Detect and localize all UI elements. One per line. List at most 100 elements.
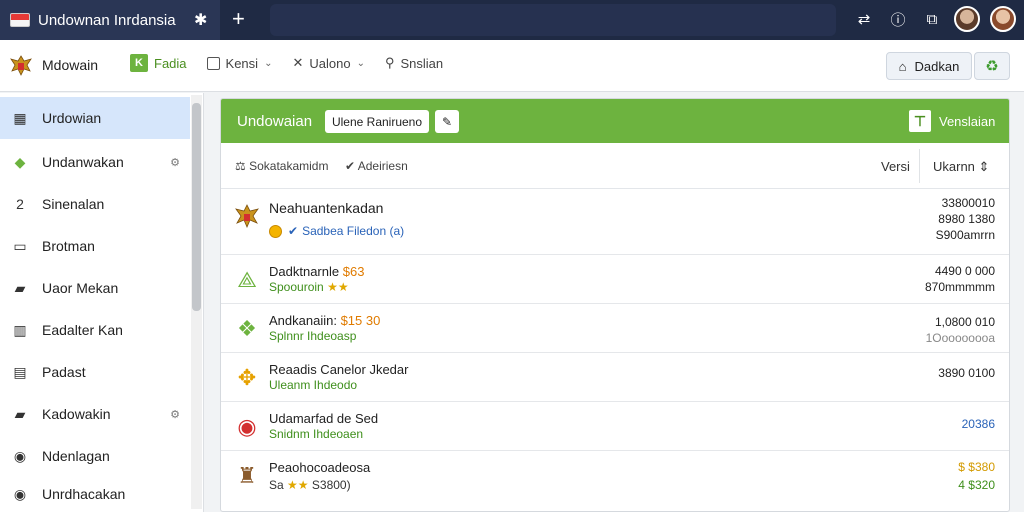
statue-icon: ♜ bbox=[237, 463, 257, 488]
square-icon bbox=[206, 56, 220, 70]
tools-icon: ✕ bbox=[292, 55, 304, 70]
row-sub: Sa ★★ S3800) bbox=[269, 478, 351, 492]
sidebar: ▦ Urdowian ◆ Undanwakan ⚙ 2 Sinenalan ▭ … bbox=[0, 93, 204, 512]
search-icon: ⚲ bbox=[384, 55, 395, 70]
chevron-down-icon: ⌄ bbox=[356, 57, 365, 69]
row-link[interactable]: Sadbea Filedon (a) bbox=[302, 224, 404, 238]
row-sub: Snidnm Ihdeoaen bbox=[269, 427, 364, 441]
recycle-icon: ♻ bbox=[985, 58, 999, 75]
user-avatar-secondary[interactable] bbox=[990, 6, 1016, 32]
flag-favicon-icon bbox=[10, 13, 30, 27]
row-size: 33800010 bbox=[941, 196, 995, 210]
sidebar-item-ndenlagan[interactable]: ◉ Ndenlagan bbox=[0, 435, 190, 477]
sync-icon[interactable]: ⇄ bbox=[852, 7, 876, 31]
table-row[interactable]: Neahuantenkadan ✔ Sadbea Filedon (a) 3380… bbox=[221, 190, 1009, 255]
edit-button[interactable]: ✎ bbox=[435, 110, 459, 133]
folder-icon: ▰ bbox=[14, 279, 26, 296]
sidebar-item-uaor-mekan[interactable]: ▰ Uaor Mekan bbox=[0, 267, 190, 309]
login-button[interactable]: ⌂ Dadkan bbox=[886, 52, 972, 80]
table-row[interactable]: ✥ Reaadis Canelor Jkedar Uleanm Ihdeodo … bbox=[221, 354, 1009, 402]
folder-icon: ▰ bbox=[14, 405, 26, 422]
check-icon: ✔ bbox=[288, 224, 299, 238]
circle-icon: ◉ bbox=[13, 485, 27, 502]
column-header-versi[interactable]: Versi bbox=[881, 159, 910, 174]
panel-title: Undowaian bbox=[237, 113, 313, 130]
row-size: 4490 0 000 bbox=[934, 264, 995, 278]
row-sub: ✔ Sadbea Filedon (a) bbox=[269, 224, 404, 239]
row-title: Neahuantenkadan bbox=[269, 200, 384, 216]
column-header-ukuran[interactable]: Ukarnn ⇕ bbox=[933, 159, 989, 175]
arrow-up-icon: ⟁ bbox=[237, 267, 257, 292]
select-all[interactable]: ✔ Adeiriesn bbox=[345, 159, 408, 173]
sparkle-icon: ✥ bbox=[237, 365, 257, 390]
user-avatar[interactable] bbox=[954, 6, 980, 32]
record-icon: ◉ bbox=[237, 414, 257, 439]
menu-item-ualono[interactable]: ✕ Ualono ⌄ bbox=[292, 55, 365, 71]
table-row[interactable]: ◉ Udamarfad de Sed Snidnm Ihdeoaen 20386 bbox=[221, 403, 1009, 451]
browser-tabstrip: Undownan Inrdansia ✱ + ⇄ ⓘ ⧉ bbox=[0, 0, 1024, 40]
tag-icon: ◆ bbox=[14, 153, 26, 170]
rating-stars: ★★ bbox=[287, 478, 309, 492]
sidebar-item-urdowian[interactable]: ▦ Urdowian bbox=[0, 97, 190, 139]
rating-stars: ★★ bbox=[327, 280, 349, 294]
table-row[interactable]: ⟁ Dadktnarnle $63 Spoouroin ★★ 4490 0 00… bbox=[221, 256, 1009, 304]
row-size: 3890 0100 bbox=[938, 366, 995, 380]
diamond-icon: ❖ bbox=[237, 316, 257, 341]
row-size: 8980 1380 bbox=[938, 212, 995, 226]
scrollbar-thumb[interactable] bbox=[192, 103, 201, 311]
table-row[interactable]: ♜ Peaohocoadeosa Sa ★★ S3800) $ $380 4 $… bbox=[221, 452, 1009, 510]
row-size: 1Ooooooooa bbox=[925, 331, 995, 345]
row-size: $ $380 bbox=[958, 460, 995, 474]
share-icon[interactable]: ⧉ bbox=[920, 7, 944, 31]
sort-filter[interactable]: ⚖ Sokatakamidm bbox=[235, 159, 328, 173]
header-action-button[interactable]: Ulene Ranirueno bbox=[325, 110, 429, 133]
building-icon: ▥ bbox=[13, 321, 27, 338]
sidebar-item-kadowakin[interactable]: ▰ Kadowakin ⚙ bbox=[0, 393, 190, 435]
menu-item-kensi[interactable]: Kensi ⌄ bbox=[206, 56, 272, 71]
row-title: Udamarfad de Sed bbox=[269, 411, 379, 426]
sidebar-item-unrdhacakan[interactable]: ◉ Unrdhacakan bbox=[0, 477, 190, 511]
row-title: Dadktnarnle $63 bbox=[269, 264, 365, 279]
window-icon: ▭ bbox=[13, 237, 27, 254]
pin-icon[interactable]: ✱ bbox=[194, 10, 207, 30]
circle-icon: ◉ bbox=[13, 447, 27, 464]
grid-icon: ▦ bbox=[13, 109, 27, 126]
sidebar-item-undanwakan[interactable]: ◆ Undanwakan ⚙ bbox=[0, 141, 190, 183]
coin-icon bbox=[269, 225, 282, 239]
row-size: S900amrrn bbox=[935, 228, 995, 242]
address-bar[interactable] bbox=[270, 4, 836, 36]
download-panel: Undowaian Ulene Ranirueno ✎ ⊤ Venslaian … bbox=[220, 98, 1010, 512]
sidebar-item-eadalter-kan[interactable]: ▥ Eadalter Kan bbox=[0, 309, 190, 351]
gear-icon[interactable]: ⚙ bbox=[170, 408, 180, 421]
row-size: 1,0800 010 bbox=[934, 315, 995, 329]
list-toolbar: ⚖ Sokatakamidm ✔ Adeiriesn Versi Ukarnn … bbox=[221, 143, 1009, 189]
column-divider bbox=[919, 149, 920, 183]
sidebar-item-padast[interactable]: ▤ Padast bbox=[0, 351, 190, 393]
home-icon: ⌂ bbox=[898, 58, 907, 74]
gear-icon[interactable]: ⚙ bbox=[170, 156, 180, 169]
row-title: Andkanaiin: $15 30 bbox=[269, 313, 381, 328]
row-sub: Uleanm Ihdeodo bbox=[269, 378, 358, 392]
info-icon[interactable]: ⓘ bbox=[886, 7, 910, 31]
table-row[interactable]: ❖ Andkanaiin: $15 30 Splnnr Ihdeoasp 1,0… bbox=[221, 305, 1009, 353]
browser-tab[interactable]: Undownan Inrdansia ✱ bbox=[0, 0, 220, 40]
chart-icon: ▤ bbox=[13, 363, 27, 380]
add-button[interactable]: ⊤ bbox=[909, 110, 931, 132]
sidebar-item-sinenalan[interactable]: 2 Sinenalan bbox=[0, 183, 190, 225]
header-right-label[interactable]: Venslaian bbox=[939, 114, 995, 129]
sidebar-item-brotman[interactable]: ▭ Brotman bbox=[0, 225, 190, 267]
k-badge-icon: K bbox=[130, 54, 148, 72]
panel-header: Undowaian Ulene Ranirueno ✎ ⊤ Venslaian bbox=[221, 99, 1009, 143]
new-tab-button[interactable]: + bbox=[232, 6, 245, 32]
menu-item-fadia[interactable]: K Fadia bbox=[130, 54, 187, 72]
main-menu: K Fadia Kensi ⌄ ✕ Ualono ⌄ ⚲ Snslian bbox=[130, 54, 443, 72]
app-name: Mdowain bbox=[42, 57, 99, 73]
sidebar-scrollbar[interactable] bbox=[191, 95, 202, 509]
browser-toolbar: ⇄ ⓘ ⧉ bbox=[852, 6, 1016, 32]
row-size: 870mmmmm bbox=[924, 280, 995, 294]
menu-item-snslian[interactable]: ⚲ Snslian bbox=[385, 55, 443, 71]
garuda-logo-icon bbox=[10, 55, 32, 76]
row-size: 20386 bbox=[961, 417, 995, 431]
garuda-emblem-icon bbox=[235, 204, 259, 229]
refresh-button[interactable]: ♻ bbox=[974, 52, 1010, 80]
